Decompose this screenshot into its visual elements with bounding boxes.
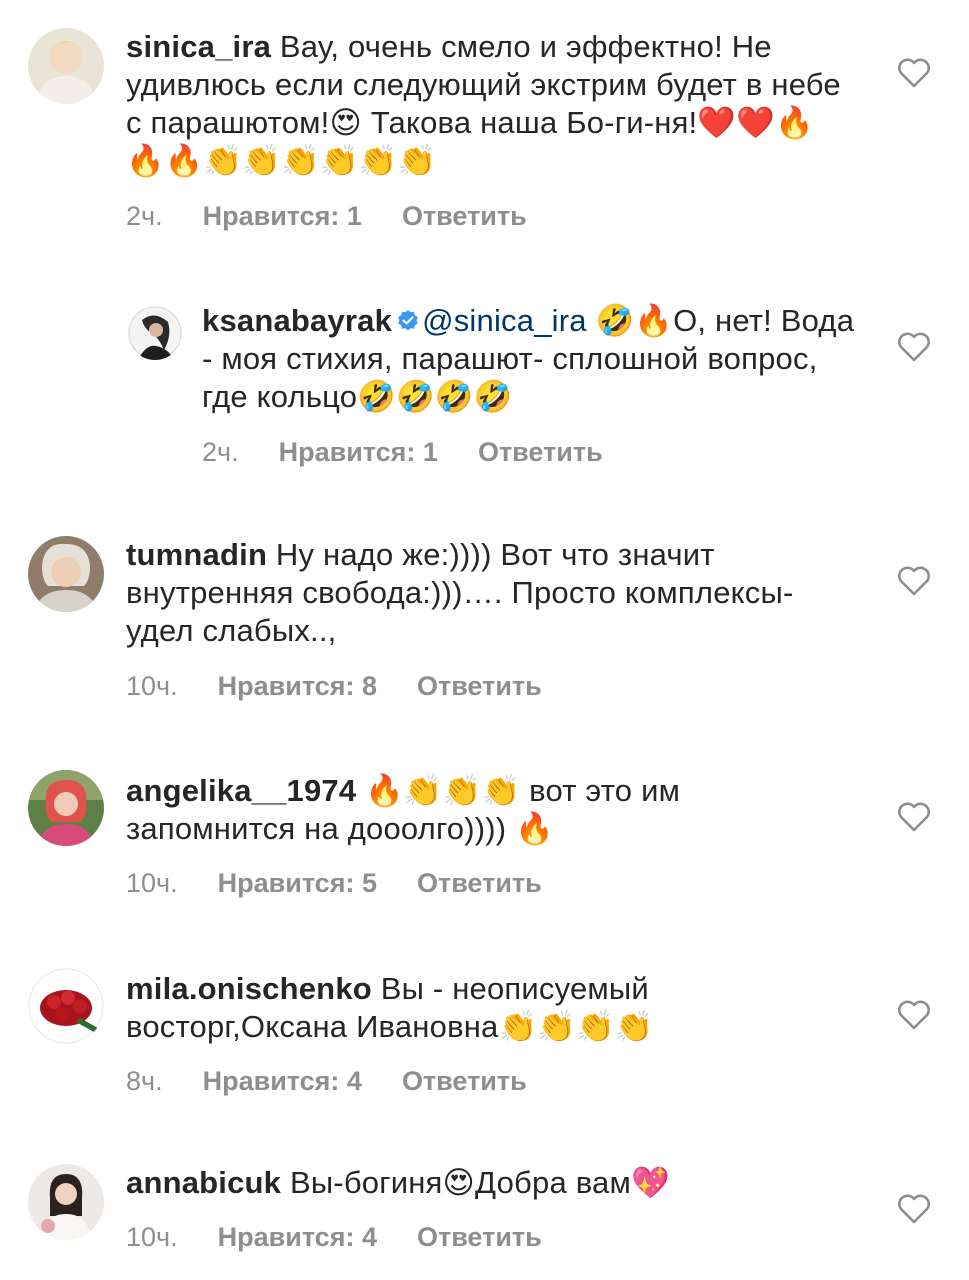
- comment-body: mila.onischenko Вы - неописуемый восторг…: [126, 970, 846, 1046]
- comment-item-reply: ksanabayrak @sinica_ira 🤣🔥О, нет! Вода - …: [0, 290, 969, 490]
- comment-username[interactable]: annabicuk: [126, 1165, 281, 1200]
- comment-likes[interactable]: Нравится: 4: [218, 1222, 377, 1253]
- comment-meta: 2ч. Нравится: 1 Ответить: [202, 437, 603, 468]
- heart-outline-icon[interactable]: [897, 566, 931, 596]
- comment-username[interactable]: tumnadin: [126, 537, 267, 572]
- heart-outline-icon[interactable]: [897, 58, 931, 88]
- comment-time[interactable]: 10ч.: [126, 868, 178, 899]
- comment-meta: 8ч. Нравится: 4 Ответить: [126, 1066, 527, 1097]
- comment-time[interactable]: 10ч.: [126, 1222, 178, 1253]
- reply-button[interactable]: Ответить: [417, 868, 542, 899]
- comment-item: angelika__1974 🔥👏👏👏 вот это им запомнитс…: [0, 760, 969, 920]
- comment-body: sinica_ira Вау, очень смело и эффектно! …: [126, 28, 846, 180]
- heart-outline-icon[interactable]: [897, 332, 931, 362]
- comment-body: angelika__1974 🔥👏👏👏 вот это им запомнитс…: [126, 772, 846, 848]
- reply-button[interactable]: Ответить: [402, 1066, 527, 1097]
- comment-time[interactable]: 10ч.: [126, 671, 178, 702]
- reply-button[interactable]: Ответить: [478, 437, 603, 468]
- comment-body: ksanabayrak @sinica_ira 🤣🔥О, нет! Вода - …: [202, 302, 862, 416]
- avatar[interactable]: [28, 28, 104, 104]
- heart-outline-icon[interactable]: [897, 802, 931, 832]
- avatar[interactable]: [28, 536, 104, 612]
- avatar[interactable]: [128, 306, 182, 360]
- comment-likes[interactable]: Нравится: 5: [218, 868, 377, 899]
- comment-time[interactable]: 8ч.: [126, 1066, 163, 1097]
- comment-likes[interactable]: Нравится: 1: [279, 437, 438, 468]
- comment-meta: 10ч. Нравится: 8 Ответить: [126, 671, 542, 702]
- avatar[interactable]: [28, 1164, 104, 1240]
- comment-time[interactable]: 2ч.: [202, 437, 239, 468]
- comment-item: annabicuk Вы-богиня😍Добра вам💖 10ч. Нрави…: [0, 1150, 969, 1280]
- reply-button[interactable]: Ответить: [417, 671, 542, 702]
- comment-meta: 2ч. Нравится: 1 Ответить: [126, 201, 527, 232]
- comment-item: sinica_ira Вау, очень смело и эффектно! …: [0, 0, 969, 250]
- comment-likes[interactable]: Нравится: 4: [203, 1066, 362, 1097]
- comment-body: annabicuk Вы-богиня😍Добра вам💖: [126, 1164, 846, 1202]
- avatar[interactable]: [28, 770, 104, 846]
- avatar[interactable]: [28, 968, 104, 1044]
- comment-username[interactable]: angelika__1974: [126, 773, 356, 808]
- heart-outline-icon[interactable]: [897, 1194, 931, 1224]
- comment-mention-link[interactable]: @sinica_ira: [422, 303, 587, 338]
- comment-likes[interactable]: Нравится: 1: [203, 201, 362, 232]
- comment-text: Вы-богиня😍Добра вам💖: [281, 1165, 670, 1200]
- comment-meta: 10ч. Нравится: 5 Ответить: [126, 868, 542, 899]
- comment-time[interactable]: 2ч.: [126, 201, 163, 232]
- reply-button[interactable]: Ответить: [417, 1222, 542, 1253]
- verified-badge-icon: [396, 304, 420, 331]
- comment-username[interactable]: mila.onischenko: [126, 971, 372, 1006]
- comment-item: tumnadin Ну надо же:)))) Вот что значит …: [0, 520, 969, 720]
- comment-item: mila.onischenko Вы - неописуемый восторг…: [0, 958, 969, 1118]
- comment-meta: 10ч. Нравится: 4 Ответить: [126, 1222, 542, 1253]
- reply-button[interactable]: Ответить: [402, 201, 527, 232]
- comment-username[interactable]: ksanabayrak: [202, 303, 392, 338]
- comment-username[interactable]: sinica_ira: [126, 29, 271, 64]
- heart-outline-icon[interactable]: [897, 1000, 931, 1030]
- comment-likes[interactable]: Нравится: 8: [218, 671, 377, 702]
- comment-body: tumnadin Ну надо же:)))) Вот что значит …: [126, 536, 846, 650]
